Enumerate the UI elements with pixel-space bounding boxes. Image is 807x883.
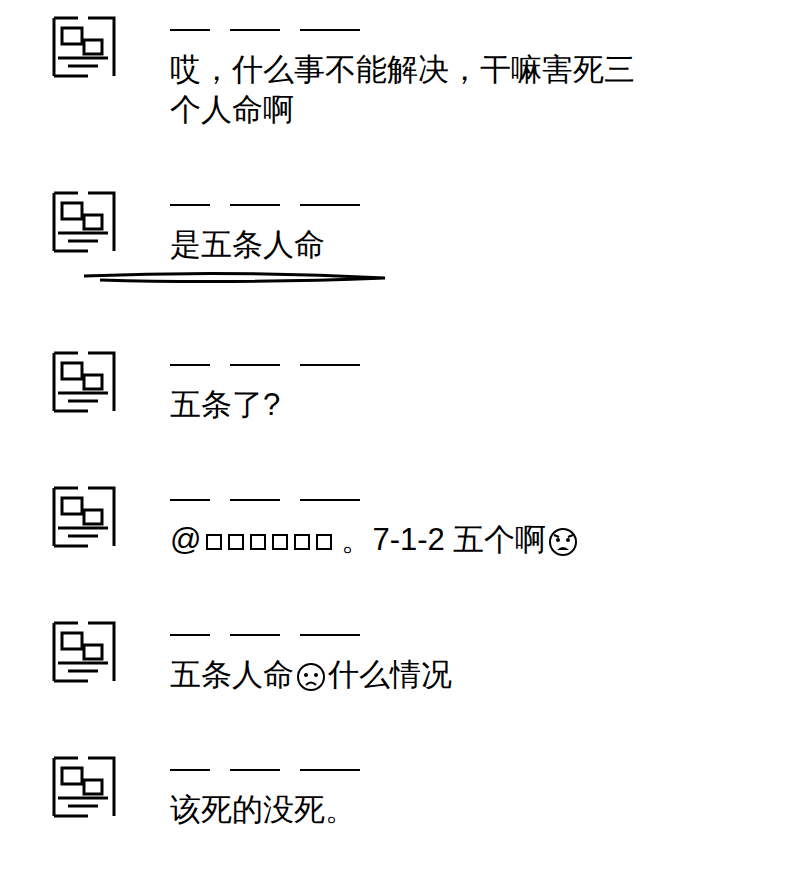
avatar[interactable] <box>48 185 120 257</box>
emoji <box>295 661 327 693</box>
avatar-icon <box>48 10 120 82</box>
comment-body: 该死的没死。 <box>170 750 665 830</box>
redacted-name-icon <box>170 360 370 370</box>
avatar-icon <box>48 480 120 552</box>
emoji <box>547 526 579 558</box>
comment: 该死的没死。 <box>0 750 807 830</box>
text-segment: 该死的没死。 <box>170 792 356 827</box>
comment-text: 五条人命什么情况 <box>170 655 665 695</box>
comment-list: 哎，什么事不能解决，干嘛害死三个人命啊是五条人命五条了? @ 。7-1-2 五个啊五… <box>0 0 807 883</box>
redacted-name-icon <box>170 25 370 35</box>
comment-body: 哎，什么事不能解决，干嘛害死三个人命啊 <box>170 10 665 130</box>
username[interactable] <box>170 345 665 385</box>
redacted-name-icon <box>170 200 370 210</box>
avatar-icon <box>48 750 120 822</box>
comment: 五条了? <box>0 345 807 425</box>
comment-text: 五条了? <box>170 385 665 425</box>
username[interactable] <box>170 615 665 655</box>
comment-text: 该死的没死。 <box>170 790 665 830</box>
text-segment: @ <box>170 522 201 557</box>
avatar[interactable] <box>48 10 120 82</box>
scribble-underline <box>80 265 665 290</box>
username[interactable] <box>170 480 665 520</box>
avatar[interactable] <box>48 345 120 417</box>
comment-text: 哎，什么事不能解决，干嘛害死三个人命啊 <box>170 50 665 130</box>
redacted-name-icon <box>170 630 370 640</box>
comment-text: 是五条人命 <box>170 225 665 265</box>
text-segment: 五条了? <box>170 387 280 422</box>
text-segment: 什么情况 <box>328 657 452 692</box>
redacted-icon <box>203 529 339 555</box>
redacted-name-icon <box>170 495 370 505</box>
sad-face-icon <box>295 661 327 693</box>
avatar[interactable] <box>48 480 120 552</box>
avatar-icon <box>48 185 120 257</box>
scribble-icon <box>80 268 390 288</box>
text-segment: 五条人命 <box>170 657 294 692</box>
comment: 是五条人命 <box>0 185 807 290</box>
avatar[interactable] <box>48 750 120 822</box>
comment-body: 是五条人命 <box>170 185 665 290</box>
comment-body: @ 。7-1-2 五个啊 <box>170 480 665 560</box>
text-segment: 是五条人命 <box>170 227 325 262</box>
comment: 哎，什么事不能解决，干嘛害死三个人命啊 <box>0 10 807 130</box>
text-segment: 哎，什么事不能解决，干嘛害死三个人命啊 <box>170 52 635 127</box>
comment-text: @ 。7-1-2 五个啊 <box>170 520 665 560</box>
comment-body: 五条了? <box>170 345 665 425</box>
comment: 五条人命什么情况 <box>0 615 807 695</box>
text-segment: 。7-1-2 五个啊 <box>341 522 546 557</box>
username[interactable] <box>170 750 665 790</box>
redacted-name-icon <box>170 765 370 775</box>
avatar-icon <box>48 615 120 687</box>
redacted-mention <box>203 529 339 555</box>
avatar[interactable] <box>48 615 120 687</box>
username[interactable] <box>170 10 665 50</box>
username[interactable] <box>170 185 665 225</box>
comment: @ 。7-1-2 五个啊 <box>0 480 807 560</box>
angry-face-icon <box>547 526 579 558</box>
comment-body: 五条人命什么情况 <box>170 615 665 695</box>
avatar-icon <box>48 345 120 417</box>
